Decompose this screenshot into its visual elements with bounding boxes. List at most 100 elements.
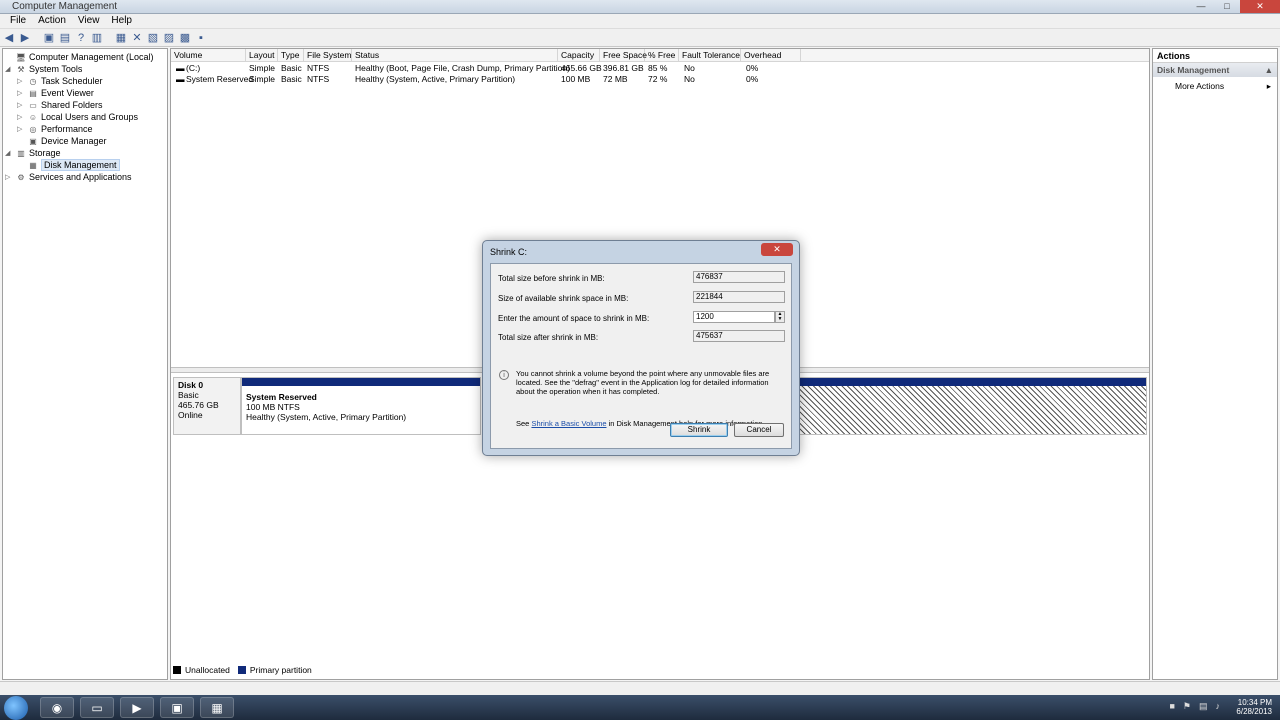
expander-icon[interactable]: ▷ [17,125,25,133]
total-before-label: Total size before shrink in MB: [498,274,605,283]
tree-item-performance[interactable]: ▷ ◎ Performance [17,123,93,135]
amount-spinner[interactable]: ▲ ▼ [775,311,785,323]
clock[interactable]: 10:34 PM 6/28/2013 [1236,698,1272,716]
toolbar-separator [34,31,40,45]
table-cell: No [684,63,695,73]
dialog-close-button[interactable]: ✕ [761,243,793,256]
legend-unallocated: Unallocated [185,665,230,675]
tree-item-label: Storage [29,148,61,158]
network-icon[interactable]: ▤ [1199,701,1208,712]
tree-item-local-users[interactable]: ▷ ☺ Local Users and Groups [17,111,138,123]
disk-size: 465.76 GB [178,400,219,410]
partition-system-reserved[interactable]: System Reserved 100 MB NTFS Healthy (Sys… [241,377,481,435]
window-title: Computer Management [12,1,118,12]
shrink-dialog: Shrink C: ✕ Total size before shrink in … [482,240,800,456]
legend-primary: Primary partition [249,665,312,675]
table-row[interactable]: ▬ (C:) Simple Basic NTFS Healthy (Boot, … [171,63,1149,74]
column-header-status[interactable]: Status [352,49,558,62]
column-header-capacity[interactable]: Capacity [558,49,600,62]
tree-item-disk-management[interactable]: ▦ Disk Management [17,159,120,171]
column-header-file-system[interactable]: File System [304,49,352,62]
users-icon: ☺ [28,112,38,122]
tree-item-device-manager[interactable]: ▣ Device Manager [17,135,106,147]
menu-action[interactable]: Action [32,14,72,28]
tray-app-icon[interactable]: ■ [1169,701,1174,712]
total-after-label: Total size after shrink in MB: [498,333,599,342]
performance-icon: ◎ [29,124,37,134]
expander-icon[interactable]: ▷ [17,113,25,121]
tree-item-event-viewer[interactable]: ▷ ▤ Event Viewer [17,87,94,99]
table-cell: 72 % [648,74,668,84]
up-folder-icon[interactable]: ▣ [42,31,56,45]
tree-item-label: Computer Management (Local) [29,52,154,62]
partition-title: System Reserved [246,392,317,402]
volume-icon[interactable]: ♪ [1216,701,1221,712]
app-taskbar-icon[interactable]: ▦ [200,697,234,718]
tree-item-shared-folders[interactable]: ▷ ▭ Shared Folders [17,99,103,111]
open-icon[interactable]: ▨ [162,31,176,45]
close-button[interactable]: ✕ [1240,0,1280,13]
minimize-button[interactable]: — [1188,0,1214,13]
unallocated-swatch [173,666,181,674]
expander-icon[interactable]: ▷ [17,89,25,97]
expander-icon[interactable]: ▷ [5,173,13,181]
disk-0-info[interactable]: Disk 0 Basic 465.76 GB Online [173,377,241,435]
show-hide-tree-icon[interactable]: ▤ [58,31,72,45]
column-header-volume[interactable]: Volume [171,49,246,62]
menu-help[interactable]: Help [105,14,138,28]
column-header-free-space[interactable]: Free Space [600,49,647,62]
disk-properties-icon[interactable]: ▧ [146,31,160,45]
tree-item-task-scheduler[interactable]: ▷ ◷ Task Scheduler [17,75,103,87]
clock-icon: ◷ [29,76,37,86]
tree-item-services-applications[interactable]: ▷ ⚙ Services and Applications [5,171,132,183]
maximize-button[interactable]: □ [1214,0,1240,13]
help-icon[interactable]: ? [74,31,88,45]
explore-icon[interactable]: ▩ [178,31,192,45]
actions-section-disk-management[interactable]: Disk Management ▲ [1153,63,1277,77]
table-cell: Basic [281,74,302,84]
column-header-percent-free[interactable]: % Free [645,49,679,62]
partition-c-selected[interactable] [799,377,1147,435]
shrink-button[interactable]: Shrink [670,423,728,437]
tree-item-storage[interactable]: ◢ ▥ Storage [5,147,61,159]
table-cell: System Reserved [186,74,254,84]
help-link[interactable]: Shrink a Basic Volume [531,419,606,428]
start-button[interactable] [4,696,28,720]
browser-taskbar-icon[interactable]: ◉ [40,697,74,718]
amount-input[interactable]: 1200 [693,311,775,323]
delete-icon[interactable]: ✕ [130,31,144,45]
column-header-overhead[interactable]: Overhead [741,49,801,62]
window-controls: — □ ✕ [1188,0,1280,13]
expander-icon[interactable]: ◢ [5,65,13,73]
column-header-fault-tolerance[interactable]: Fault Tolerance [679,49,741,62]
more-actions-item[interactable]: More Actions ▸ [1153,77,1277,92]
table-cell: Healthy (Boot, Page File, Crash Dump, Pr… [355,63,570,73]
tree-item-computer-management[interactable]: 🖥 Computer Management (Local) [5,51,154,63]
back-icon[interactable]: ◀ [2,31,16,45]
collapse-icon[interactable]: ▲ [1265,65,1273,75]
expander-icon[interactable]: ▷ [17,77,25,85]
info-icon: i [499,370,509,380]
tree-item-system-tools[interactable]: ◢ ⚒ System Tools [5,63,82,75]
expander-icon[interactable]: ▷ [17,101,25,109]
table-row[interactable]: ▬ System Reserved Simple Basic NTFS Heal… [171,74,1149,85]
media-taskbar-icon[interactable]: ▶ [120,697,154,718]
volume-list-header: Volume Layout Type File System Status Ca… [171,49,1149,62]
column-header-layout[interactable]: Layout [246,49,278,62]
disk-icon: ▦ [29,160,37,170]
table-cell: NTFS [307,63,330,73]
menu-view[interactable]: View [72,14,106,28]
refresh-icon[interactable]: ▪ [194,31,208,45]
total-before-value: 476837 [693,271,785,283]
flag-icon[interactable]: ⚑ [1183,701,1191,712]
disk-status: Online [178,410,203,420]
console-icon[interactable]: ▥ [90,31,104,45]
explorer-taskbar-icon[interactable]: ▭ [80,697,114,718]
computer-management-taskbar-icon[interactable]: ▣ [160,697,194,718]
properties-icon[interactable]: ▦ [114,31,128,45]
forward-icon[interactable]: ▶ [18,31,32,45]
menu-file[interactable]: File [4,14,32,28]
cancel-button[interactable]: Cancel [734,423,784,437]
expander-icon[interactable]: ◢ [5,149,13,157]
column-header-type[interactable]: Type [278,49,304,62]
